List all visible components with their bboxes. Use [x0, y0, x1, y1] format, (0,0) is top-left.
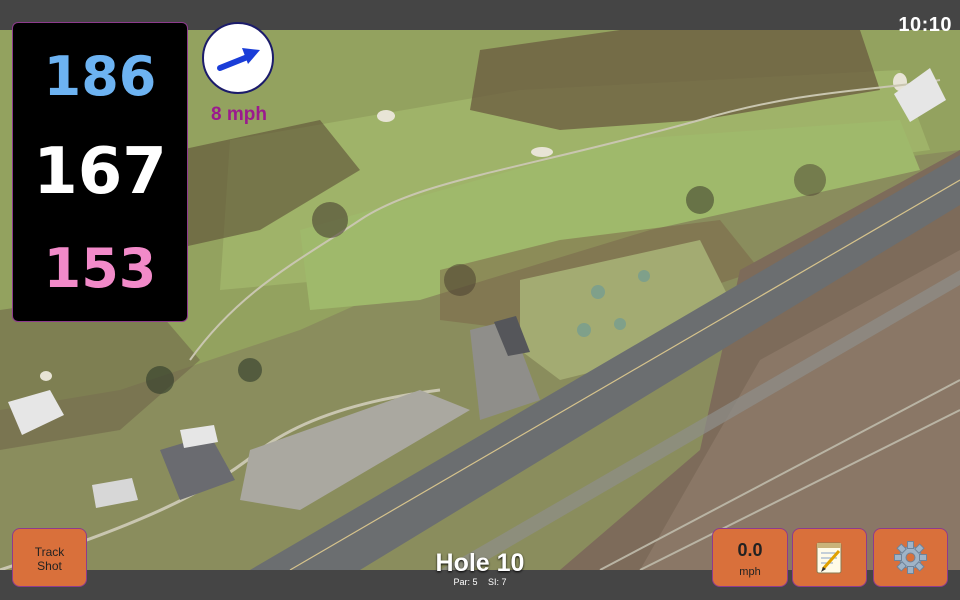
- gear-icon: [894, 541, 927, 574]
- wind-direction-arrow-icon: [217, 48, 260, 71]
- speed-button[interactable]: 0.0 mph: [712, 528, 788, 587]
- speed-unit: mph: [739, 566, 761, 578]
- settings-button[interactable]: [873, 528, 948, 587]
- track-shot-button[interactable]: Track Shot: [12, 528, 87, 587]
- hole-info: Par: 5 SI: 7: [380, 577, 580, 587]
- distance-middle: 167: [33, 135, 167, 209]
- notepad-icon: [816, 542, 842, 574]
- hole-title: Hole 10: [435, 549, 525, 577]
- wind-speed: 8 mph: [211, 104, 267, 125]
- speed-value: 0.0: [737, 540, 763, 560]
- track-shot-label-line1: Track: [34, 545, 65, 559]
- hole-par: Par: 5: [453, 577, 478, 587]
- distance-panel: 186 167 153: [12, 22, 188, 322]
- distance-back: 186: [43, 45, 157, 108]
- notes-button[interactable]: [792, 528, 867, 587]
- track-shot-label-line2: Shot: [37, 559, 62, 573]
- hole-stroke-index: SI: 7: [488, 577, 507, 587]
- wind-indicator: [202, 22, 274, 94]
- clock: 10:10: [898, 14, 952, 36]
- distance-front: 153: [43, 237, 157, 300]
